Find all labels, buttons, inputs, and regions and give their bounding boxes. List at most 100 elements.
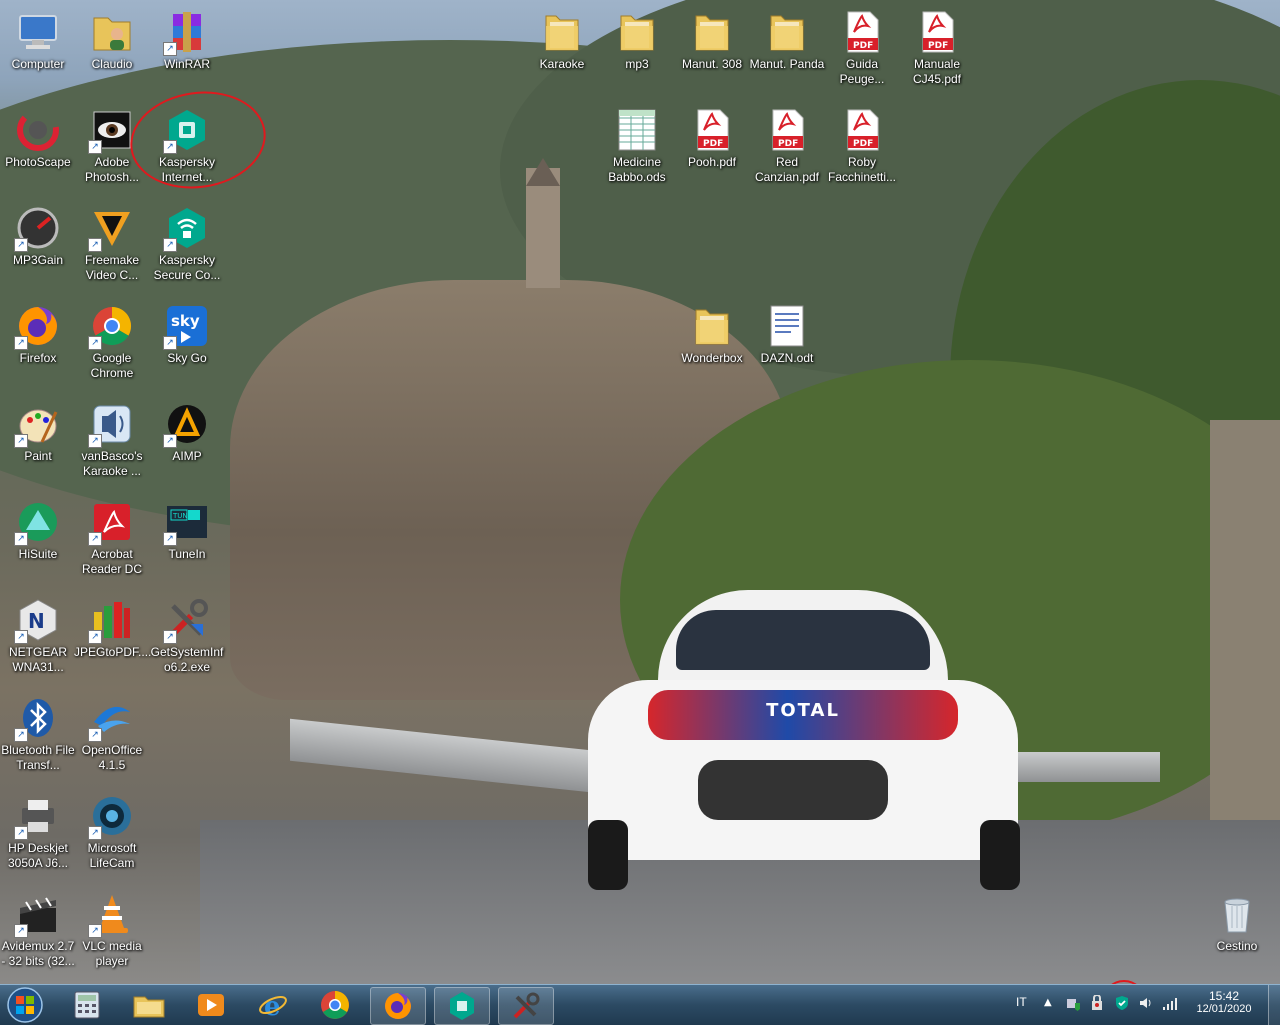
desktop-icon-paint[interactable]: ↗ Paint	[0, 400, 76, 464]
desktop-icon-label: Freemake Video C...	[84, 253, 140, 282]
jpegtopdf-icon: ↗	[88, 596, 136, 644]
folder-icon	[613, 8, 661, 56]
shortcut-arrow-icon: ↗	[88, 140, 102, 154]
desktop-icon-dazn-odt[interactable]: DAZN.odt	[749, 302, 825, 366]
desktop-icon-openoffice-4-1-5[interactable]: ↗ OpenOffice 4.1.5	[74, 694, 150, 773]
shortcut-arrow-icon: ↗	[14, 728, 28, 742]
shortcut-arrow-icon: ↗	[14, 630, 28, 644]
desktop-icon-cestino[interactable]: Cestino	[1199, 890, 1275, 954]
clock-time: 15:42	[1208, 989, 1240, 1003]
taskbar-chrome-button[interactable]	[308, 987, 362, 1023]
shortcut-arrow-icon: ↗	[163, 532, 177, 546]
desktop-icon-acrobat-reader-dc[interactable]: ↗ Acrobat Reader DC	[74, 498, 150, 577]
folder-icon	[763, 8, 811, 56]
shortcut-arrow-icon: ↗	[88, 434, 102, 448]
shortcut-arrow-icon: ↗	[88, 728, 102, 742]
shortcut-arrow-icon: ↗	[14, 826, 28, 840]
taskbar-calculator-button[interactable]	[60, 987, 114, 1023]
desktop-icon-label: JPEGtoPDF....	[74, 645, 152, 659]
kaspersky-tray-icon[interactable]	[1114, 995, 1130, 1011]
shortcut-arrow-icon: ↗	[88, 630, 102, 644]
taskbar-explorer-button[interactable]	[122, 987, 176, 1023]
shortcut-arrow-icon: ↗	[163, 336, 177, 350]
desktop-icon-mp3gain[interactable]: ↗ MP3Gain	[0, 204, 76, 268]
kaspersky-vpn-icon: ↗	[163, 204, 211, 252]
bluetooth-icon: ↗	[14, 694, 62, 742]
desktop-icon-manut-308[interactable]: Manut. 308	[674, 8, 750, 72]
desktop-icon-hisuite[interactable]: ↗ HiSuite	[0, 498, 76, 562]
desktop-icon-jpegtopdf[interactable]: ↗ JPEGtoPDF....	[74, 596, 152, 660]
desktop-icon-winrar[interactable]: ↗ WinRAR	[149, 8, 225, 72]
desktop-icon-guida-peuge[interactable]: PDF Guida Peuge...	[824, 8, 900, 87]
desktop-icon-wonderbox[interactable]: Wonderbox	[674, 302, 750, 366]
desktop-icon-label: OpenOffice 4.1.5	[81, 743, 143, 772]
svg-text:PDF: PDF	[778, 139, 798, 149]
desktop-icon-label: HP Deskjet 3050A J6...	[7, 841, 69, 870]
taskbar-internet-explorer-button[interactable]: e	[246, 987, 300, 1023]
show-desktop-button[interactable]	[1268, 985, 1280, 1025]
desktop-icon-red-canzian-pdf[interactable]: PDF Red Canzian.pdf	[749, 106, 825, 185]
freemake-icon: ↗	[88, 204, 136, 252]
taskbar-getsysteminfo-button[interactable]	[498, 987, 554, 1025]
desktop-icon-pooh-pdf[interactable]: PDF Pooh.pdf	[674, 106, 750, 170]
openoffice-icon: ↗	[88, 694, 136, 742]
desktop-icon-manuale-cj45-pdf[interactable]: PDF Manuale CJ45.pdf	[899, 8, 975, 87]
desktop-icon-label: TuneIn	[168, 547, 206, 561]
desktop-icon-bluetooth-file-transf[interactable]: ↗ Bluetooth File Transf...	[0, 694, 76, 773]
tray-network-shield-icon[interactable]	[1066, 995, 1082, 1011]
desktop-icon-label: Cestino	[1216, 939, 1258, 953]
desktop-icon-google-chrome[interactable]: ↗ Google Chrome	[74, 302, 150, 381]
desktop-icon-firefox[interactable]: ↗ Firefox	[0, 302, 76, 366]
desktop-icon-computer[interactable]: Computer	[0, 8, 76, 72]
start-button[interactable]	[2, 987, 48, 1023]
folder-icon	[688, 302, 736, 350]
acrobat-icon: ↗	[88, 498, 136, 546]
desktop-icon-label: vanBasco's Karaoke ...	[81, 449, 143, 478]
clock[interactable]: 15:42 12/01/2020	[1188, 989, 1260, 1015]
desktop-icon-label: Wonderbox	[681, 351, 743, 365]
desktop-icon-hp-deskjet-3050a-j6[interactable]: ↗ HP Deskjet 3050A J6...	[0, 792, 76, 871]
file-explorer-icon	[133, 996, 165, 1018]
desktop-icon-aimp[interactable]: ↗ AIMP	[149, 400, 225, 464]
desktop-icon-label: MP3Gain	[12, 253, 64, 267]
desktop-icon-microsoft-lifecam[interactable]: ↗ Microsoft LifeCam	[74, 792, 150, 871]
desktop-icon-photoscape[interactable]: PhotoScape	[0, 106, 76, 170]
desktop-icon-manut-panda[interactable]: Manut. Panda	[749, 8, 825, 72]
language-indicator[interactable]: IT	[1016, 995, 1027, 1009]
desktop-icon-netgear-wna31[interactable]: N ↗ NETGEAR WNA31...	[0, 596, 76, 675]
shortcut-arrow-icon: ↗	[14, 532, 28, 546]
hisuite-icon: ↗	[14, 498, 62, 546]
taskbar-firefox-button[interactable]	[370, 987, 426, 1025]
desktop-icon-roby-facchinetti[interactable]: PDF Roby Facchinetti...	[824, 106, 900, 185]
desktop-icon-getsysteminf-o6-2-exe[interactable]: ↗ GetSystemInf o6.2.exe	[149, 596, 225, 675]
wifi-signal-icon[interactable]	[1162, 995, 1178, 1011]
desktop-icon-vlc-media-player[interactable]: ↗ VLC media player	[74, 890, 150, 969]
desktop-icon-label: Avidemux 2.7 - 32 bits (32...	[1, 939, 75, 968]
desktop-icon-mp3[interactable]: mp3	[599, 8, 675, 72]
folder-icon	[538, 8, 586, 56]
desktop-icon-medicine-babbo-ods[interactable]: Medicine Babbo.ods	[599, 106, 675, 185]
desktop-icon-sky-go[interactable]: sky ↗ Sky Go	[149, 302, 225, 366]
desktop-icon-label: Acrobat Reader DC	[81, 547, 143, 576]
volume-icon[interactable]	[1138, 995, 1154, 1011]
taskbar-media-player-button[interactable]	[184, 987, 238, 1023]
desktop-icon-label: Microsoft LifeCam	[87, 841, 137, 870]
svg-text:PDF: PDF	[853, 41, 873, 51]
desktop-icon-tunein[interactable]: TUNE ↗ TuneIn	[149, 498, 225, 562]
desktop-icon-freemake-video-c[interactable]: ↗ Freemake Video C...	[74, 204, 150, 283]
desktop-icon-label: Bluetooth File Transf...	[1, 743, 75, 772]
tray-security-icon[interactable]	[1090, 994, 1104, 1011]
desktop-icon-claudio[interactable]: Claudio	[74, 8, 150, 72]
taskbar-kaspersky-button[interactable]	[434, 987, 490, 1025]
shortcut-arrow-icon: ↗	[14, 238, 28, 252]
desktop-icon-avidemux-2-7-32-bits-32[interactable]: ↗ Avidemux 2.7 - 32 bits (32...	[0, 890, 76, 969]
chrome-icon: ↗	[88, 302, 136, 350]
desktop-icon-vanbasco-s-karaoke[interactable]: ↗ vanBasco's Karaoke ...	[74, 400, 150, 479]
shortcut-arrow-icon: ↗	[14, 336, 28, 350]
desktop-icon-label: Manuale CJ45.pdf	[912, 57, 962, 86]
desktop-icon-karaoke[interactable]: Karaoke	[524, 8, 600, 72]
show-hidden-icons-button[interactable]: ▲	[1044, 997, 1052, 1008]
desktop-icon-label: AIMP	[172, 449, 202, 463]
shortcut-arrow-icon: ↗	[163, 42, 177, 56]
desktop-icon-kaspersky-secure-co[interactable]: ↗ Kaspersky Secure Co...	[149, 204, 225, 283]
